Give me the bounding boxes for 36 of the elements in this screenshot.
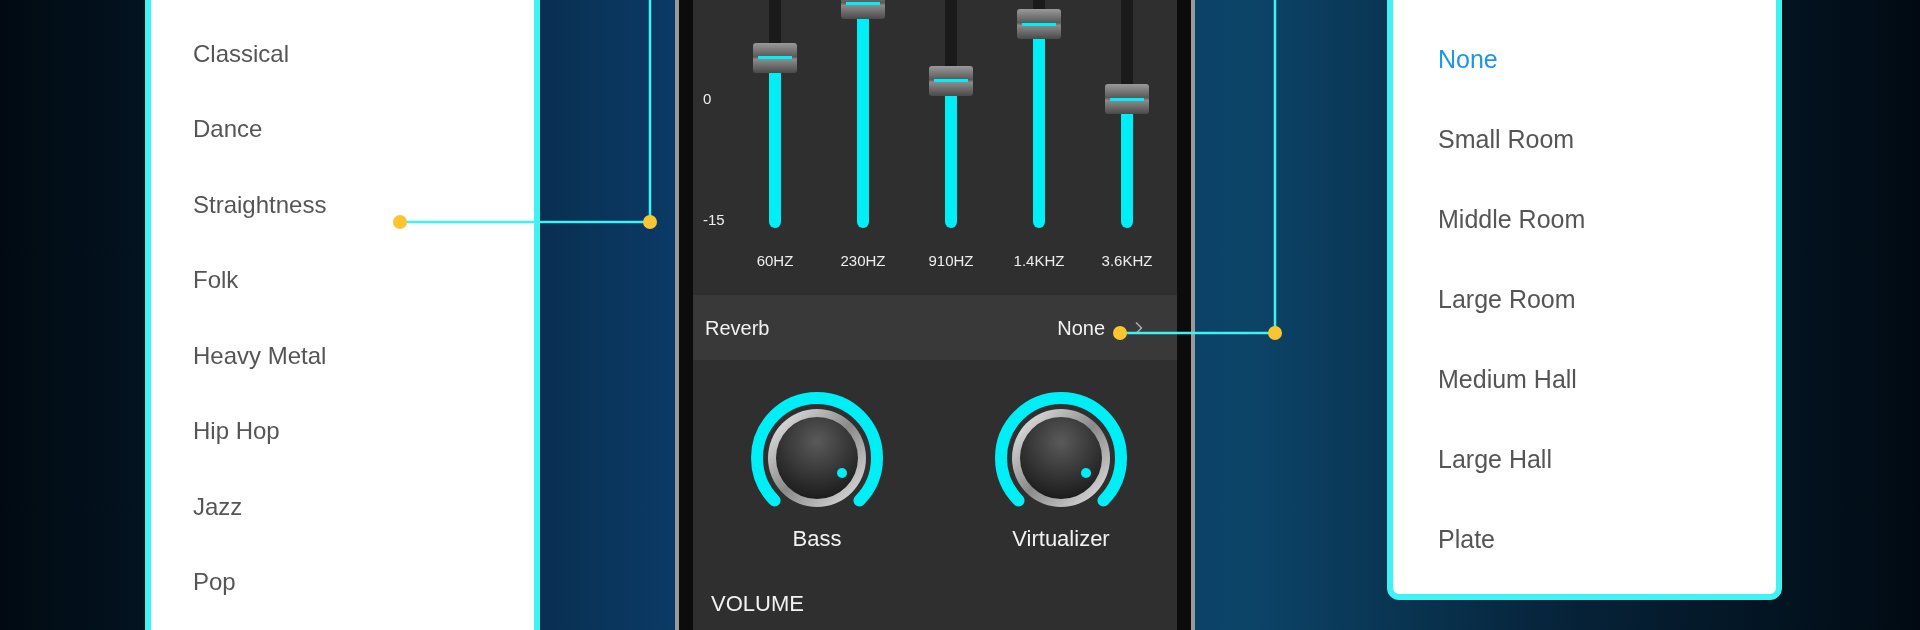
preset-option[interactable]: Pop	[193, 564, 236, 601]
reverb-label: Reverb	[705, 315, 770, 341]
slider-handle[interactable]	[753, 42, 797, 73]
reverb-value: None	[1057, 315, 1105, 341]
slider-handle[interactable]	[1105, 84, 1149, 114]
frequency-label: 3.6KHZ	[1101, 250, 1153, 271]
preset-option[interactable]: Jazz	[193, 488, 243, 525]
slider-handle[interactable]	[929, 65, 973, 96]
preset-option[interactable]: Hip Hop	[193, 413, 280, 450]
scale-label: 0	[703, 89, 712, 109]
knob-label: Virtualizer	[1012, 525, 1110, 553]
frequency-label: 60HZ	[756, 250, 794, 271]
preset-option[interactable]: Heavy Metal	[193, 337, 327, 374]
frequency-label: 1.4KHZ	[1013, 250, 1065, 271]
slider-track[interactable]	[929, 0, 973, 228]
reverb-option[interactable]: Plate	[1438, 521, 1495, 559]
preset-option[interactable]: Dance	[193, 111, 263, 148]
preset-option[interactable]: Straightness	[193, 186, 327, 223]
slider-track[interactable]	[1105, 0, 1149, 228]
scale-label: -15	[703, 209, 725, 230]
reverb-option[interactable]: Middle Room	[1438, 201, 1586, 239]
preset-option[interactable]: Classical	[193, 35, 290, 72]
frequency-label: 230HZ	[840, 250, 886, 271]
reverb-option[interactable]: Large Hall	[1438, 441, 1552, 479]
preset-option[interactable]: Folk	[193, 262, 239, 299]
frequency-label: 910HZ	[928, 250, 974, 271]
slider-track[interactable]	[753, 0, 797, 228]
slider-track[interactable]	[1017, 0, 1061, 228]
slider-handle[interactable]	[1017, 9, 1061, 40]
reverb-option[interactable]: Small Room	[1438, 121, 1575, 159]
reverb-row[interactable]: Reverb None	[693, 295, 1177, 360]
slider-track[interactable]	[841, 0, 885, 228]
reverb-option[interactable]: Large Room	[1438, 281, 1576, 319]
section-title: VOLUME	[711, 590, 804, 618]
reverb-option[interactable]: Medium Hall	[1438, 361, 1577, 399]
knob-label: Bass	[792, 525, 842, 553]
